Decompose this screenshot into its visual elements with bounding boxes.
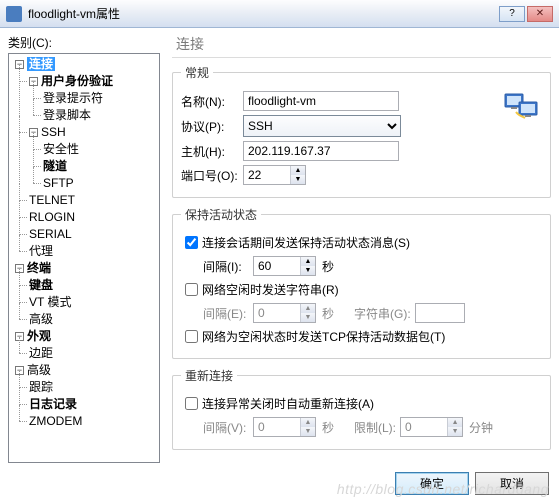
- minutes-unit: 分钟: [469, 419, 493, 436]
- seconds-unit: 秒: [322, 419, 334, 436]
- tree-keyboard[interactable]: 键盘: [29, 278, 53, 292]
- reconnect-group: 重新连接 连接异常关闭时自动重新连接(A) 间隔(V): ▲▼ 秒 限制(L):: [172, 367, 551, 450]
- category-tree[interactable]: −连接 −用户身份验证 登录提示符 登录脚本 −SSH 安全性: [8, 53, 160, 463]
- down-arrow-icon: ▼: [448, 427, 462, 436]
- idle-string-label: 网络空闲时发送字符串(R): [202, 281, 339, 298]
- general-group: 常规 名称(N): 协议(P): SSH: [172, 64, 551, 198]
- reconnect-interval-input: [254, 418, 300, 436]
- tree-trace[interactable]: 跟踪: [29, 380, 53, 394]
- send-keepalive-label: 连接会话期间发送保持活动状态消息(S): [202, 234, 410, 251]
- seconds-unit: 秒: [322, 305, 334, 322]
- tree-proxy[interactable]: 代理: [29, 244, 53, 258]
- down-arrow-icon: ▼: [301, 313, 315, 322]
- tree-serial[interactable]: SERIAL: [29, 227, 72, 241]
- limit-spinner: ▲▼: [400, 417, 463, 437]
- tree-telnet[interactable]: TELNET: [29, 193, 75, 207]
- help-button[interactable]: ?: [499, 6, 525, 22]
- app-icon: [6, 6, 22, 22]
- name-input[interactable]: [243, 91, 399, 111]
- idle-tcp-checkbox[interactable]: [185, 330, 198, 343]
- port-label: 端口号(O):: [181, 167, 243, 184]
- port-input[interactable]: [244, 166, 290, 184]
- tree-login-prompt[interactable]: 登录提示符: [43, 91, 103, 105]
- limit-input: [401, 418, 447, 436]
- reconnect-interval-label: 间隔(V):: [203, 419, 253, 436]
- host-input[interactable]: [243, 141, 399, 161]
- tree-zmodem[interactable]: ZMODEM: [29, 414, 82, 428]
- tree-user-auth[interactable]: 用户身份验证: [41, 74, 113, 88]
- monitors-icon: [502, 91, 542, 125]
- up-arrow-icon[interactable]: ▲: [291, 166, 305, 175]
- reconnect-legend: 重新连接: [181, 367, 237, 384]
- protocol-select[interactable]: SSH: [243, 115, 401, 137]
- tree-advanced[interactable]: 高级: [27, 363, 51, 377]
- idle-tcp-label: 网络为空闲状态时发送TCP保持活动数据包(T): [202, 328, 445, 345]
- close-button[interactable]: ✕: [527, 6, 553, 22]
- send-keepalive-checkbox[interactable]: [185, 236, 198, 249]
- limit-label: 限制(L):: [354, 419, 396, 436]
- divider: [172, 57, 551, 58]
- down-arrow-icon[interactable]: ▼: [291, 175, 305, 184]
- tree-appearance[interactable]: 外观: [27, 329, 51, 343]
- tree-advanced-term[interactable]: 高级: [29, 312, 53, 326]
- tree-margins[interactable]: 边距: [29, 346, 53, 360]
- title-bar: floodlight-vm属性 ? ✕: [0, 0, 559, 28]
- tree-tunnel[interactable]: 隧道: [43, 159, 67, 173]
- name-label: 名称(N):: [181, 93, 243, 110]
- tree-vt-mode[interactable]: VT 模式: [29, 295, 71, 309]
- tree-ssh[interactable]: SSH: [41, 125, 66, 139]
- auto-reconnect-checkbox[interactable]: [185, 397, 198, 410]
- string-label: 字符串(G):: [354, 305, 411, 322]
- host-label: 主机(H):: [181, 143, 243, 160]
- down-arrow-icon: ▼: [301, 427, 315, 436]
- reconnect-interval-spinner: ▲▼: [253, 417, 316, 437]
- interval-input[interactable]: [254, 257, 300, 275]
- tree-terminal[interactable]: 终端: [27, 261, 51, 275]
- port-spinner[interactable]: ▲▼: [243, 165, 306, 185]
- auto-reconnect-label: 连接异常关闭时自动重新连接(A): [202, 395, 374, 412]
- panel-title: 连接: [172, 34, 551, 57]
- keepalive-group: 保持活动状态 连接会话期间发送保持活动状态消息(S) 间隔(I): ▲▼ 秒 网…: [172, 206, 551, 359]
- category-label: 类别(C):: [8, 34, 160, 51]
- protocol-label: 协议(P):: [181, 118, 243, 135]
- up-arrow-icon: ▲: [301, 418, 315, 427]
- tree-security[interactable]: 安全性: [43, 142, 79, 156]
- up-arrow-icon: ▲: [448, 418, 462, 427]
- idle-string-checkbox[interactable]: [185, 283, 198, 296]
- tree-login-script[interactable]: 登录脚本: [43, 108, 91, 122]
- interval-label: 间隔(I):: [203, 258, 253, 275]
- keepalive-legend: 保持活动状态: [181, 206, 261, 223]
- interval-spinner[interactable]: ▲▼: [253, 256, 316, 276]
- down-arrow-icon[interactable]: ▼: [301, 266, 315, 275]
- string-input: [415, 303, 465, 323]
- tree-logging[interactable]: 日志记录: [29, 397, 77, 411]
- up-arrow-icon: ▲: [301, 304, 315, 313]
- seconds-unit: 秒: [322, 258, 334, 275]
- tree-sftp[interactable]: SFTP: [43, 176, 74, 190]
- tree-rlogin[interactable]: RLOGIN: [29, 210, 75, 224]
- window-title: floodlight-vm属性: [28, 5, 497, 22]
- idle-interval-spinner: ▲▼: [253, 303, 316, 323]
- idle-interval-input: [254, 304, 300, 322]
- idle-interval-label: 间隔(E):: [203, 305, 253, 322]
- general-legend: 常规: [181, 64, 213, 81]
- tree-connection[interactable]: 连接: [27, 57, 55, 71]
- up-arrow-icon[interactable]: ▲: [301, 257, 315, 266]
- watermark-text: http://blog.csdn.net/richarddang: [337, 481, 549, 497]
